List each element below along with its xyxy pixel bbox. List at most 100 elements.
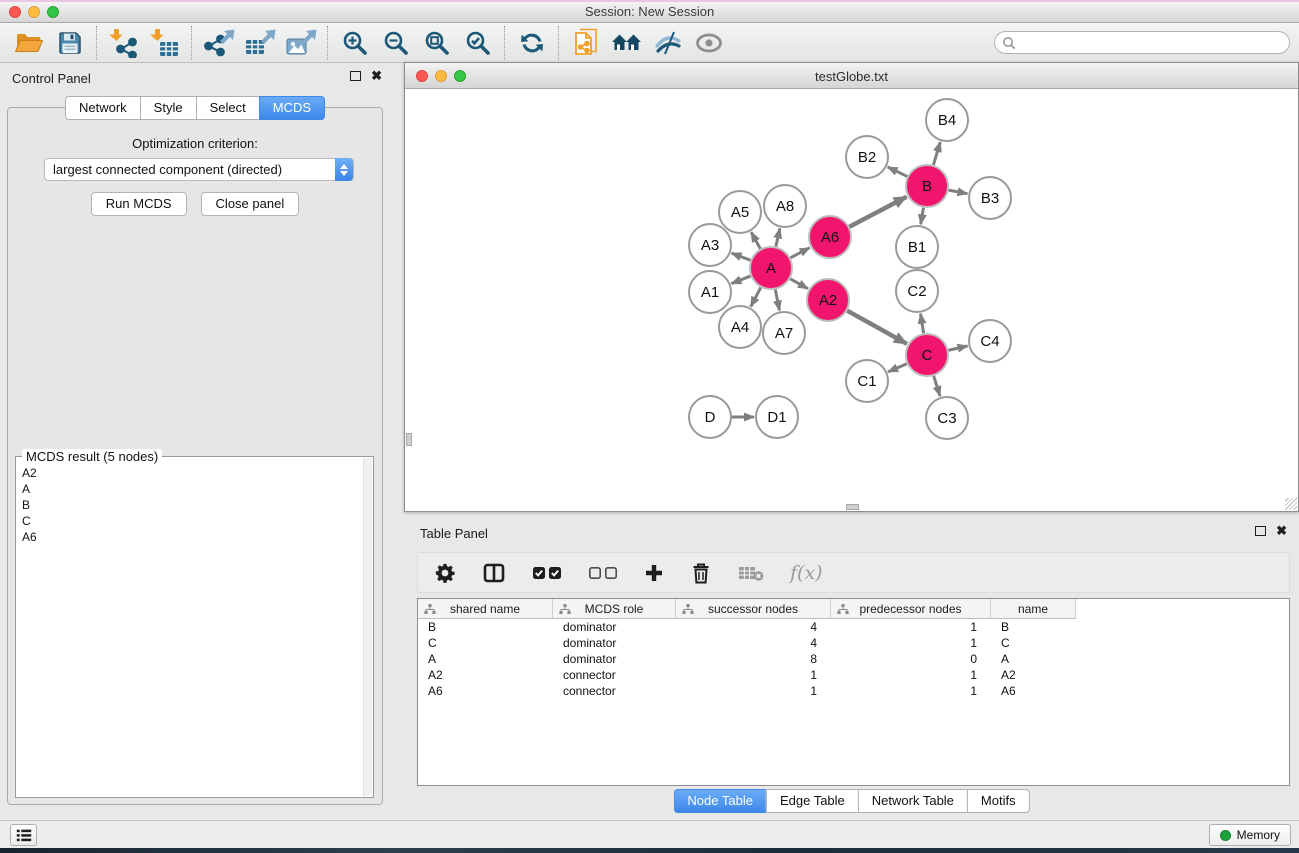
cell-MCDS-role[interactable]: connector <box>553 668 676 682</box>
save-session-icon[interactable] <box>49 25 90 61</box>
cell-successor-nodes[interactable]: 8 <box>676 652 831 666</box>
edge-C-C4[interactable] <box>948 346 967 350</box>
search-input[interactable] <box>1020 36 1289 50</box>
window-resize-grip[interactable] <box>1285 498 1297 510</box>
tab-mcds[interactable]: MCDS <box>259 96 325 120</box>
new-network-from-file-icon[interactable] <box>565 25 606 61</box>
import-table-icon[interactable] <box>144 25 185 61</box>
cell-predecessor-nodes[interactable]: 1 <box>831 620 991 634</box>
close-panel-icon[interactable]: ✖ <box>1276 526 1287 536</box>
edge-A-A4[interactable] <box>751 287 761 306</box>
cell-successor-nodes[interactable]: 4 <box>676 620 831 634</box>
node-table[interactable]: shared nameMCDS rolesuccessor nodesprede… <box>417 598 1290 786</box>
search-field[interactable] <box>994 31 1290 54</box>
cell-successor-nodes[interactable]: 1 <box>676 668 831 682</box>
edge-C-C1[interactable] <box>888 364 907 372</box>
graph-node-A1[interactable]: A1 <box>689 271 731 313</box>
column-header-predecessor-nodes[interactable]: predecessor nodes <box>831 599 991 619</box>
show-graphics-details-icon[interactable] <box>688 25 729 61</box>
show-all-networks-icon[interactable] <box>606 25 647 61</box>
run-mcds-button[interactable]: Run MCDS <box>91 192 187 216</box>
zoom-selected-icon[interactable] <box>457 25 498 61</box>
tab-select[interactable]: Select <box>196 96 259 120</box>
cell-MCDS-role[interactable]: dominator <box>553 620 676 634</box>
graph-node-C2[interactable]: C2 <box>896 270 938 312</box>
close-panel-button[interactable]: Close panel <box>201 192 300 216</box>
float-panel-icon[interactable] <box>350 71 361 81</box>
graph-node-C1[interactable]: C1 <box>846 360 888 402</box>
cell-shared-name[interactable]: A <box>418 652 553 666</box>
graph-node-C3[interactable]: C3 <box>926 397 968 439</box>
cell-name[interactable]: C <box>991 636 1076 650</box>
delete-columns-icon[interactable] <box>690 561 712 585</box>
table-row[interactable]: Adominator80A <box>418 651 1289 667</box>
settings-gear-icon[interactable] <box>434 562 456 584</box>
edge-A-A2[interactable] <box>790 279 808 289</box>
zoom-fit-icon[interactable] <box>416 25 457 61</box>
edge-C-C2[interactable] <box>921 314 924 334</box>
graph-node-C4[interactable]: C4 <box>969 320 1011 362</box>
mcds-result-list[interactable]: A2ABCA6 <box>22 465 359 793</box>
graph-node-A7[interactable]: A7 <box>763 312 805 354</box>
column-header-successor-nodes[interactable]: successor nodes <box>676 599 831 619</box>
network-canvas[interactable]: B4B2BB3A5A8A6A3AB1A1A2C2A4A7C4CC1C3DD1 <box>405 89 1298 511</box>
edge-C-C3[interactable] <box>934 376 940 396</box>
tab-node-table[interactable]: Node Table <box>673 789 766 813</box>
edge-B-B1[interactable] <box>921 208 924 225</box>
mcds-result-item[interactable]: A <box>22 481 359 497</box>
edge-A2-C[interactable] <box>847 311 907 344</box>
cell-name[interactable]: A2 <box>991 668 1076 682</box>
graph-node-A6[interactable]: A6 <box>809 216 851 258</box>
graph-node-B2[interactable]: B2 <box>846 136 888 178</box>
network-vertical-scroll-thumb[interactable] <box>406 433 412 446</box>
refresh-icon[interactable] <box>511 25 552 61</box>
edge-A-A7[interactable] <box>775 290 779 311</box>
cell-MCDS-role[interactable]: connector <box>553 684 676 698</box>
cell-shared-name[interactable]: B <box>418 620 553 634</box>
graph-node-A[interactable]: A <box>750 247 792 289</box>
mcds-result-item[interactable]: C <box>22 513 359 529</box>
tab-network[interactable]: Network <box>65 96 140 120</box>
cell-shared-name[interactable]: C <box>418 636 553 650</box>
cell-name[interactable]: A6 <box>991 684 1076 698</box>
network-horizontal-scroll-thumb[interactable] <box>846 504 859 510</box>
cell-successor-nodes[interactable]: 4 <box>676 636 831 650</box>
table-row[interactable]: A2connector11A2 <box>418 667 1289 683</box>
mcds-result-item[interactable]: A6 <box>22 529 359 545</box>
graph-node-B1[interactable]: B1 <box>896 226 938 268</box>
show-panels-button[interactable] <box>10 824 37 846</box>
edge-A6-B[interactable] <box>849 197 906 227</box>
float-panel-icon[interactable] <box>1255 526 1266 536</box>
network-graph[interactable]: B4B2BB3A5A8A6A3AB1A1A2C2A4A7C4CC1C3DD1 <box>405 89 1298 511</box>
column-header-shared-name[interactable]: shared name <box>418 599 553 619</box>
cell-predecessor-nodes[interactable]: 1 <box>831 636 991 650</box>
open-file-icon[interactable] <box>8 25 49 61</box>
edge-A-A1[interactable] <box>731 276 750 284</box>
graph-node-D1[interactable]: D1 <box>756 396 798 438</box>
select-all-icon[interactable] <box>532 565 562 581</box>
cell-MCDS-role[interactable]: dominator <box>553 652 676 666</box>
graph-node-A5[interactable]: A5 <box>719 191 761 233</box>
mcds-result-scrollbar[interactable] <box>363 458 372 796</box>
tab-motifs[interactable]: Motifs <box>967 789 1030 813</box>
graph-node-B[interactable]: B <box>906 165 948 207</box>
create-column-icon[interactable] <box>644 563 664 583</box>
graph-node-A8[interactable]: A8 <box>764 185 806 227</box>
edge-B-B3[interactable] <box>949 190 968 194</box>
mcds-result-item[interactable]: B <box>22 497 359 513</box>
tab-style[interactable]: Style <box>140 96 196 120</box>
edge-A-A5[interactable] <box>751 232 760 249</box>
mcds-result-item[interactable]: A2 <box>22 465 359 481</box>
tab-edge-table[interactable]: Edge Table <box>766 789 858 813</box>
graph-node-C[interactable]: C <box>906 334 948 376</box>
cell-shared-name[interactable]: A2 <box>418 668 553 682</box>
column-header-name[interactable]: name <box>991 599 1076 619</box>
table-row[interactable]: Cdominator41C <box>418 635 1289 651</box>
zoom-out-icon[interactable] <box>375 25 416 61</box>
cell-shared-name[interactable]: A6 <box>418 684 553 698</box>
edge-A-A6[interactable] <box>790 248 809 258</box>
graph-node-A4[interactable]: A4 <box>719 306 761 348</box>
graph-node-A2[interactable]: A2 <box>807 279 849 321</box>
zoom-in-icon[interactable] <box>334 25 375 61</box>
cell-successor-nodes[interactable]: 1 <box>676 684 831 698</box>
